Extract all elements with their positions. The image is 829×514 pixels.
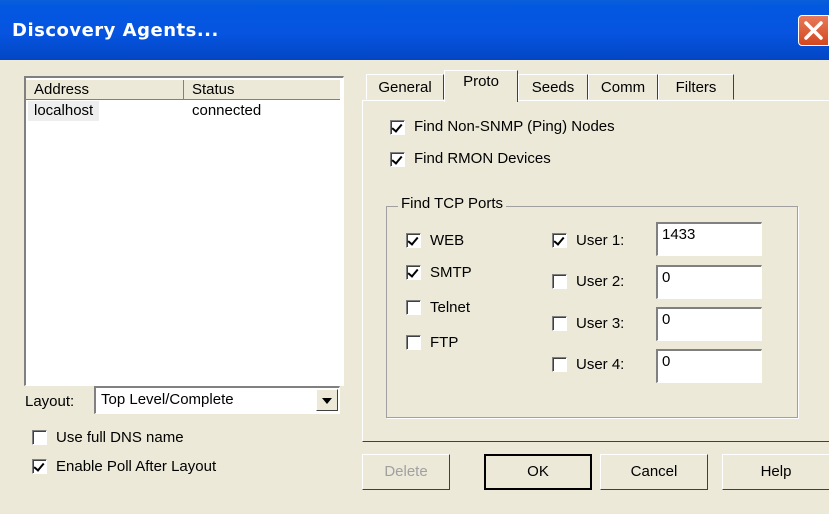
user2-checkbox[interactable] xyxy=(552,274,567,289)
help-button[interactable]: Help xyxy=(722,454,829,490)
column-header-address[interactable]: Address xyxy=(26,80,184,100)
delete-button[interactable]: Delete xyxy=(362,454,450,490)
user3-label: User 3: xyxy=(576,315,625,332)
layout-value: Top Level/Complete xyxy=(101,391,234,408)
user2-port-input[interactable]: 0 xyxy=(656,265,762,299)
smtp-checkbox[interactable] xyxy=(406,265,421,280)
find-rmon-checkbox[interactable] xyxy=(390,152,405,167)
layout-dropdown[interactable]: Top Level/Complete xyxy=(94,386,340,414)
layout-label: Layout: xyxy=(25,393,75,410)
ftp-label: FTP xyxy=(430,334,459,351)
tcp-ports-group-title: Find TCP Ports xyxy=(398,195,506,212)
agent-list[interactable]: Address Status localhost connected xyxy=(24,76,344,386)
user1-checkbox[interactable] xyxy=(552,233,567,248)
user2-label: User 2: xyxy=(576,273,625,290)
user1-label: User 1: xyxy=(576,232,625,249)
tab-proto[interactable]: Proto xyxy=(444,70,518,102)
telnet-label: Telnet xyxy=(430,299,471,316)
user4-port-input[interactable]: 0 xyxy=(656,349,762,383)
tab-comm[interactable]: Comm xyxy=(588,74,658,100)
find-non-snmp-label: Find Non-SNMP (Ping) Nodes xyxy=(414,118,615,135)
close-icon xyxy=(804,21,823,40)
column-header-status[interactable]: Status xyxy=(184,80,340,100)
chevron-down-icon[interactable] xyxy=(316,389,338,411)
find-rmon-label: Find RMON Devices xyxy=(414,150,551,167)
tab-seeds[interactable]: Seeds xyxy=(518,74,588,100)
full-dns-label: Use full DNS name xyxy=(56,429,184,446)
dialog-body: Address Status localhost connected Layou… xyxy=(8,60,829,514)
user1-port-input[interactable]: 1433 xyxy=(656,222,762,256)
full-dns-checkbox[interactable] xyxy=(32,430,47,445)
poll-after-layout-checkbox[interactable] xyxy=(32,459,47,474)
user3-port-input[interactable]: 0 xyxy=(656,307,762,341)
web-checkbox[interactable] xyxy=(406,233,421,248)
ok-button[interactable]: OK xyxy=(484,454,592,490)
title-bar: Discovery Agents... xyxy=(0,0,829,60)
cancel-button[interactable]: Cancel xyxy=(600,454,708,490)
web-label: WEB xyxy=(430,232,465,249)
user3-checkbox[interactable] xyxy=(552,316,567,331)
window-title: Discovery Agents... xyxy=(12,20,219,41)
tab-filters[interactable]: Filters xyxy=(658,74,734,100)
poll-after-layout-label: Enable Poll After Layout xyxy=(56,458,217,475)
agent-status-cell: connected xyxy=(192,102,262,119)
smtp-label: SMTP xyxy=(430,264,472,281)
agent-address-cell[interactable]: localhost xyxy=(28,101,100,121)
find-non-snmp-checkbox[interactable] xyxy=(390,120,405,135)
user4-checkbox[interactable] xyxy=(552,357,567,372)
telnet-checkbox[interactable] xyxy=(406,300,421,315)
user4-label: User 4: xyxy=(576,356,625,373)
ftp-checkbox[interactable] xyxy=(406,335,421,350)
tab-general[interactable]: General xyxy=(366,74,444,100)
close-button[interactable] xyxy=(798,15,829,46)
